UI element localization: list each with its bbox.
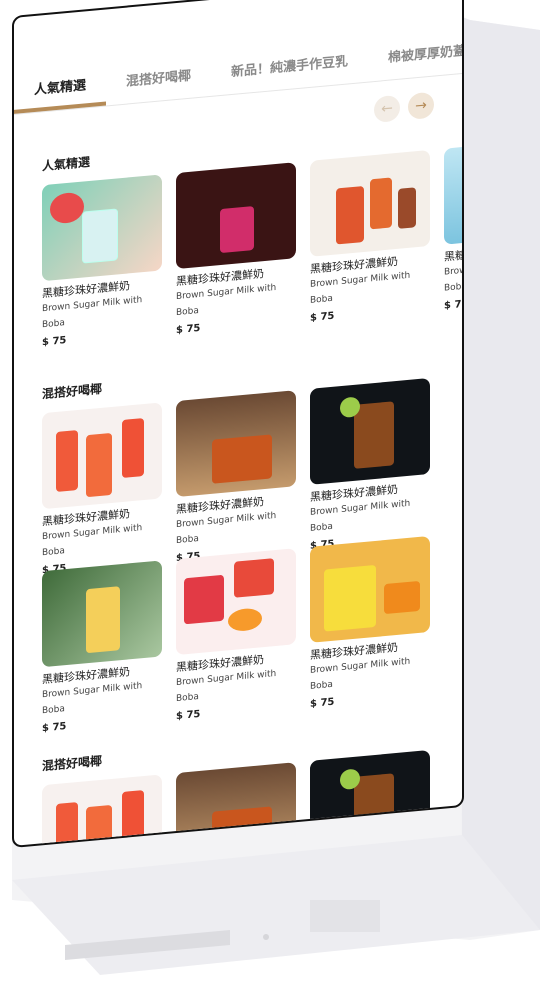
tab-soy-milk[interactable]: 新品！純濃手作豆乳 xyxy=(211,49,368,96)
tab-coconut[interactable]: 混搭好喝椰 xyxy=(106,63,211,106)
product-card[interactable]: 黑糖珍珠好濃鮮奶 Brown Sugar Milk with Boba $ 75 xyxy=(42,174,162,348)
product-card[interactable]: 黑糖珍珠好濃鮮奶 Brown Sugar Milk with Boba $ 75 xyxy=(42,560,162,734)
indicator-dot xyxy=(263,934,269,940)
product-card[interactable]: 黑糖珍珠好濃鮮奶 Brown Sugar Milk with Boba $ 75 xyxy=(310,149,430,324)
arrow-left-icon[interactable]: ← xyxy=(374,94,400,124)
card-reader xyxy=(310,900,380,932)
red-tea-glasses-image xyxy=(310,149,430,257)
section-title: 混搭好喝椰 xyxy=(42,753,103,774)
pink-drink-image xyxy=(176,162,296,270)
tab-popular[interactable]: 人氣精選 xyxy=(14,72,107,114)
strawberry-drinks-image xyxy=(42,402,162,510)
product-row: 黑糖珍珠好濃鮮奶 Brown Sugar Milk with Boba $ 75… xyxy=(42,535,430,734)
product-card[interactable]: 黑糖珍珠好濃鮮奶 Brown Sugar Milk with Boba $ 75 xyxy=(176,548,296,722)
arrow-right-icon[interactable]: → xyxy=(408,91,434,120)
mango-smoothie-image xyxy=(42,560,162,668)
orange-drinks-image xyxy=(176,548,296,656)
kiosk-device: 人氣精選 混搭好喝椰 新品！純濃手作豆乳 棉被厚厚奶蓋 ← → 人氣精選 黑糖珍… xyxy=(0,0,540,983)
section-title: 混搭好喝椰 xyxy=(42,381,103,402)
product-card[interactable]: 黑糖珍珠好濃鮮奶 Brown Sugar Milk with Boba $ 75 xyxy=(176,162,296,336)
product-card[interactable]: 黑糖珍珠好濃鮮奶 Brown Sugar Milk with Boba $ 75 xyxy=(310,535,430,710)
lemonade-image xyxy=(310,535,430,643)
watermelon-drink-image xyxy=(42,174,162,282)
tab-milk-cap[interactable]: 棉被厚厚奶蓋 xyxy=(368,38,464,82)
product-card[interactable]: 黑糖珍珠好濃鮮奶 Brown Sugar Milk with Boba $ 75 xyxy=(176,390,296,564)
kiosk-screen: 人氣精選 混搭好喝椰 新品！純濃手作豆乳 棉被厚厚奶蓋 ← → 人氣精選 黑糖珍… xyxy=(12,0,464,848)
section-title: 人氣精選 xyxy=(42,154,91,174)
product-row: 黑糖珍珠好濃鮮奶 Brown Sugar Milk with Boba $ 75… xyxy=(42,137,464,348)
lime-iced-tea-image xyxy=(310,377,430,485)
iced-tea-straw-image xyxy=(176,390,296,498)
product-card[interactable]: 黑糖珍珠好濃鮮奶 Brown Sugar Milk with Boba $ 75 xyxy=(444,137,464,312)
lemon-splash-image xyxy=(444,137,464,245)
product-card[interactable]: 黑糖珍珠好濃鮮奶 Brown Sugar Milk with Boba $ 75 xyxy=(42,402,162,576)
carousel-arrows: ← → xyxy=(374,91,434,124)
product-card[interactable]: 黑糖珍珠好濃鮮奶 Brown Sugar Milk with Boba $ 75 xyxy=(310,377,430,552)
